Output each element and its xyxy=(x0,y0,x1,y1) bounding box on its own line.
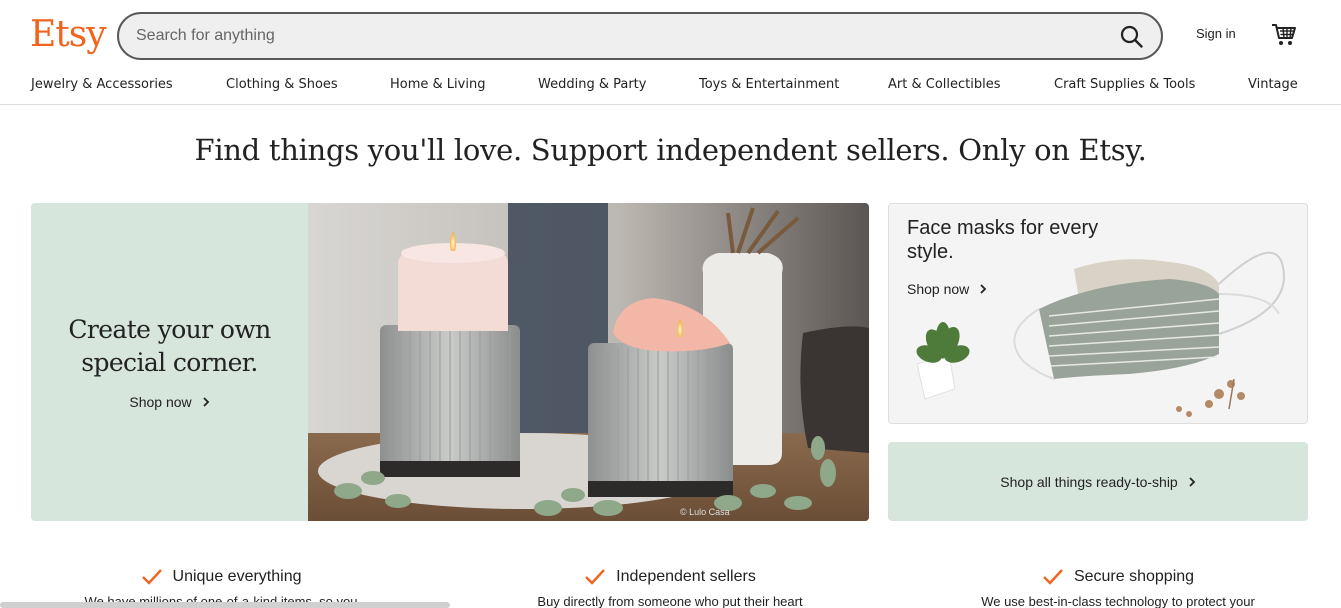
hero-text-panel: Create your own special corner. Shop now xyxy=(31,203,308,521)
nav-item-home[interactable]: Home & Living xyxy=(390,77,485,92)
search-button[interactable] xyxy=(1119,24,1145,50)
photo-credit: © Lulo Casa xyxy=(680,507,730,517)
search-input[interactable] xyxy=(136,24,1076,48)
horizontal-scrollbar[interactable] xyxy=(0,602,450,608)
ready-to-ship-link[interactable]: Shop all things ready-to-ship xyxy=(1000,474,1195,490)
ready-to-ship-card[interactable]: Shop all things ready-to-ship xyxy=(888,442,1308,521)
category-nav: Jewelry & Accessories Clothing & Shoes H… xyxy=(0,70,1341,105)
nav-item-vintage[interactable]: Vintage xyxy=(1248,77,1298,92)
value-prop-secure: Secure shopping We use best-in-class tec… xyxy=(928,568,1308,608)
chevron-right-icon xyxy=(980,284,987,294)
chevron-right-icon xyxy=(1189,477,1195,487)
face-masks-card[interactable]: Face masks for every style. Shop now xyxy=(888,203,1308,424)
masks-shop-now-label: Shop now xyxy=(907,281,970,297)
hero-banner[interactable]: Create your own special corner. Shop now xyxy=(31,203,869,521)
value-prop-title: Unique everything xyxy=(172,568,302,585)
value-prop-title: Independent sellers xyxy=(616,568,756,585)
nav-item-wedding[interactable]: Wedding & Party xyxy=(538,77,646,92)
value-prop-text: Buy directly from someone who put their … xyxy=(537,594,803,608)
search-icon xyxy=(1120,25,1143,48)
nav-item-toys[interactable]: Toys & Entertainment xyxy=(699,77,839,92)
masks-shop-now-link[interactable]: Shop now xyxy=(907,281,987,297)
face-masks-title: Face masks for every style. xyxy=(907,217,1099,263)
sign-in-link[interactable]: Sign in xyxy=(1196,26,1236,41)
cart-button[interactable] xyxy=(1271,22,1297,48)
site-header: Etsy Sign in xyxy=(0,0,1341,70)
nav-item-art[interactable]: Art & Collectibles xyxy=(888,77,1000,92)
nav-item-jewelry[interactable]: Jewelry & Accessories xyxy=(31,77,173,92)
checkmark-icon xyxy=(141,569,162,585)
hero-shop-now-link[interactable]: Shop now xyxy=(129,394,209,410)
chevron-right-icon xyxy=(203,397,209,407)
search-bar[interactable] xyxy=(117,12,1163,60)
candles-photo: © Lulo Casa xyxy=(308,203,869,521)
etsy-logo[interactable]: Etsy xyxy=(30,12,107,58)
nav-item-craft[interactable]: Craft Supplies & Tools xyxy=(1054,77,1195,92)
ready-to-ship-label: Shop all things ready-to-ship xyxy=(1000,474,1178,490)
hero-shop-now-label: Shop now xyxy=(129,394,192,410)
value-prop-sellers: Independent sellers Buy directly from so… xyxy=(480,568,860,608)
nav-item-clothing[interactable]: Clothing & Shoes xyxy=(226,77,338,92)
value-prop-title: Secure shopping xyxy=(1073,568,1195,585)
value-prop-text: We use best-in-class technology to prote… xyxy=(981,594,1255,608)
hero-title: Create your own special corner. xyxy=(68,315,271,377)
checkmark-icon xyxy=(1043,569,1063,585)
cart-icon xyxy=(1272,24,1296,45)
page-headline: Find things you'll love. Support indepen… xyxy=(194,133,1147,167)
checkmark-icon xyxy=(585,569,606,585)
